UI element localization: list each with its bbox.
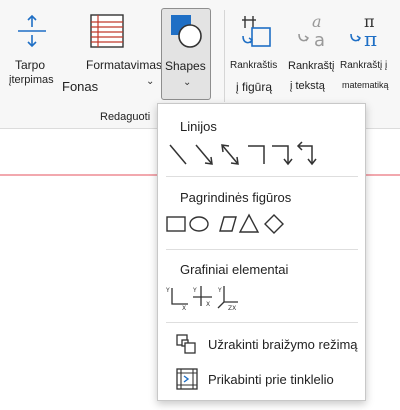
elbow-arrow-icon[interactable] [272,145,293,166]
shapes-button[interactable]: Shapes ⌄ [161,8,211,100]
shapes-icon [171,15,202,48]
format-background-button[interactable]: Formatavimas Fonas ⌄ [62,10,163,95]
graph-cross-axes-icon[interactable]: Y X [192,286,212,308]
ribbon-separator [224,10,225,102]
line-shapes-row [169,141,317,166]
lines-header: Linijos [180,119,217,134]
shapes-label: Shapes [165,59,206,73]
svg-text:Y: Y [192,287,197,294]
svg-text:X: X [206,301,210,308]
ink-to-shape-button[interactable]: Rankraštis į figūrą [230,10,284,95]
format-chevron-icon: ⌄ [146,76,155,87]
insert-space-label-1: Tarpo [15,58,46,72]
svg-text:a: a [314,30,325,51]
snap-to-grid-item[interactable]: Prikabinti prie tinklelio [158,365,365,393]
format-label-2: Fonas [62,79,99,94]
insert-space-label-2: įterpimas [9,74,54,86]
graph-3d-axes-icon[interactable]: Y ZX [217,286,238,312]
arrow-shape-icon[interactable] [195,144,213,165]
ribbon-group-label: Redaguoti [100,111,151,123]
line-shape-icon[interactable] [169,144,187,165]
basic-shapes-header: Pagrindinės figūros [180,190,292,205]
graphs-header: Grafiniai elementai [180,262,289,277]
elbow-connector-icon[interactable] [248,145,265,164]
svg-text:Y: Y [165,287,170,294]
menu-separator [166,322,358,323]
menu-separator [166,249,358,250]
ink-to-math-icon: π π [350,12,377,51]
svg-text:a: a [312,12,322,31]
ink-to-shape-label-2: į figūrą [236,80,273,94]
snap-to-grid-icon [176,368,198,390]
graph-xy-icon[interactable]: Y X [165,287,188,312]
graph-shapes-row: Y X Y X Y ZX [165,286,238,312]
ink-to-text-label-1: Rankraštį [288,60,335,72]
ink-to-shape-icon [242,16,271,47]
insert-space-button[interactable]: Tarpo įterpimas [6,10,58,90]
ellipse-shape-icon[interactable] [189,216,209,232]
ink-to-shape-label-1: Rankraštis [230,60,278,71]
shapes-chevron-icon: ⌄ [183,77,192,88]
lock-drawing-icon [176,334,196,354]
rectangle-shape-icon[interactable] [166,216,186,232]
lock-drawing-label: Užrakinti braižymo režimą [208,337,358,352]
ink-to-text-label-2: į tekstą [290,80,325,92]
ink-to-text-button[interactable]: a a Rankraštį į tekstą [286,10,340,95]
snap-to-grid-label: Prikabinti prie tinklelio [208,372,334,387]
double-arrow-shape-icon[interactable] [221,144,239,165]
svg-text:π: π [364,27,377,51]
format-label-1: Formatavimas [86,58,163,72]
lock-drawing-mode-item[interactable]: Užrakinti braižymo režimą [158,330,365,358]
basic-shapes-row [166,213,284,234]
diamond-shape-icon[interactable] [264,214,284,234]
ink-to-math-label-1: Rankraštį į [340,60,388,71]
shapes-dropdown-menu: Linijos Pagrindinės figūros Grafiniai el… [157,103,366,401]
parallelogram-shape-icon[interactable] [219,216,237,232]
triangle-shape-icon[interactable] [238,213,260,233]
svg-text:Y: Y [217,287,222,294]
ink-to-math-label-2: matematiką [342,80,389,90]
ink-to-math-button[interactable]: π π Rankraštį į matematiką [340,10,400,95]
svg-text:X: X [182,305,186,312]
menu-separator [166,176,358,177]
svg-text:ZX: ZX [228,305,236,312]
elbow-double-arrow-icon[interactable] [296,141,317,166]
insert-space-icon [18,14,46,48]
ink-to-text-icon: a a [298,12,325,51]
ruled-paper-icon [90,14,124,48]
